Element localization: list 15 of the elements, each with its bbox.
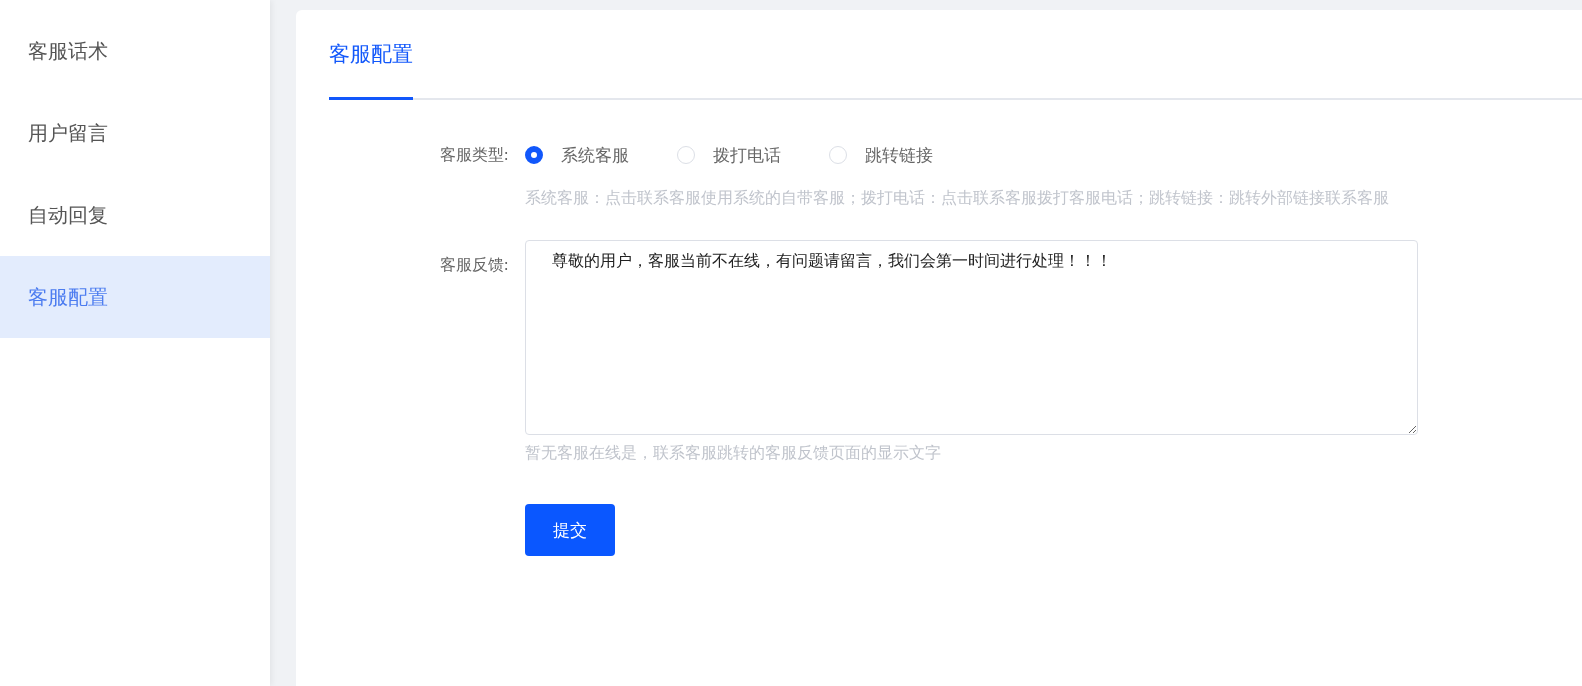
sidebar-item[interactable]: 自动回复 [0, 174, 270, 256]
sidebar-item[interactable]: 用户留言 [0, 92, 270, 174]
sidebar-item[interactable]: 客服话术 [0, 10, 270, 92]
help-text: 系统客服：点击联系客服使用系统的自带客服；拨打电话：点击联系客服拨打客服电话；跳转链接：跳转外部链接联系客服 [525, 187, 1390, 209]
help-text: 暂无客服在线是，联系客服跳转的客服反馈页面的显示文字 [525, 442, 942, 464]
radio-label[interactable]: 拨打电话 [713, 143, 781, 167]
radio-label[interactable]: 系统客服 [561, 143, 629, 167]
sidebar-item[interactable]: 客服配置 [0, 256, 270, 338]
feedback-textarea[interactable]: 尊敬的用户，客服当前不在线，有问题请留言，我们会第一时间进行处理！！！ [525, 240, 1418, 435]
radio-button[interactable] [525, 146, 543, 164]
radio-label[interactable]: 跳转链接 [865, 143, 933, 167]
submit-button[interactable]: 提交 [525, 504, 615, 556]
tab[interactable]: 客服配置 [329, 10, 413, 100]
field-label: 客服反馈: [438, 254, 510, 276]
field-label: 客服类型: [438, 144, 510, 166]
